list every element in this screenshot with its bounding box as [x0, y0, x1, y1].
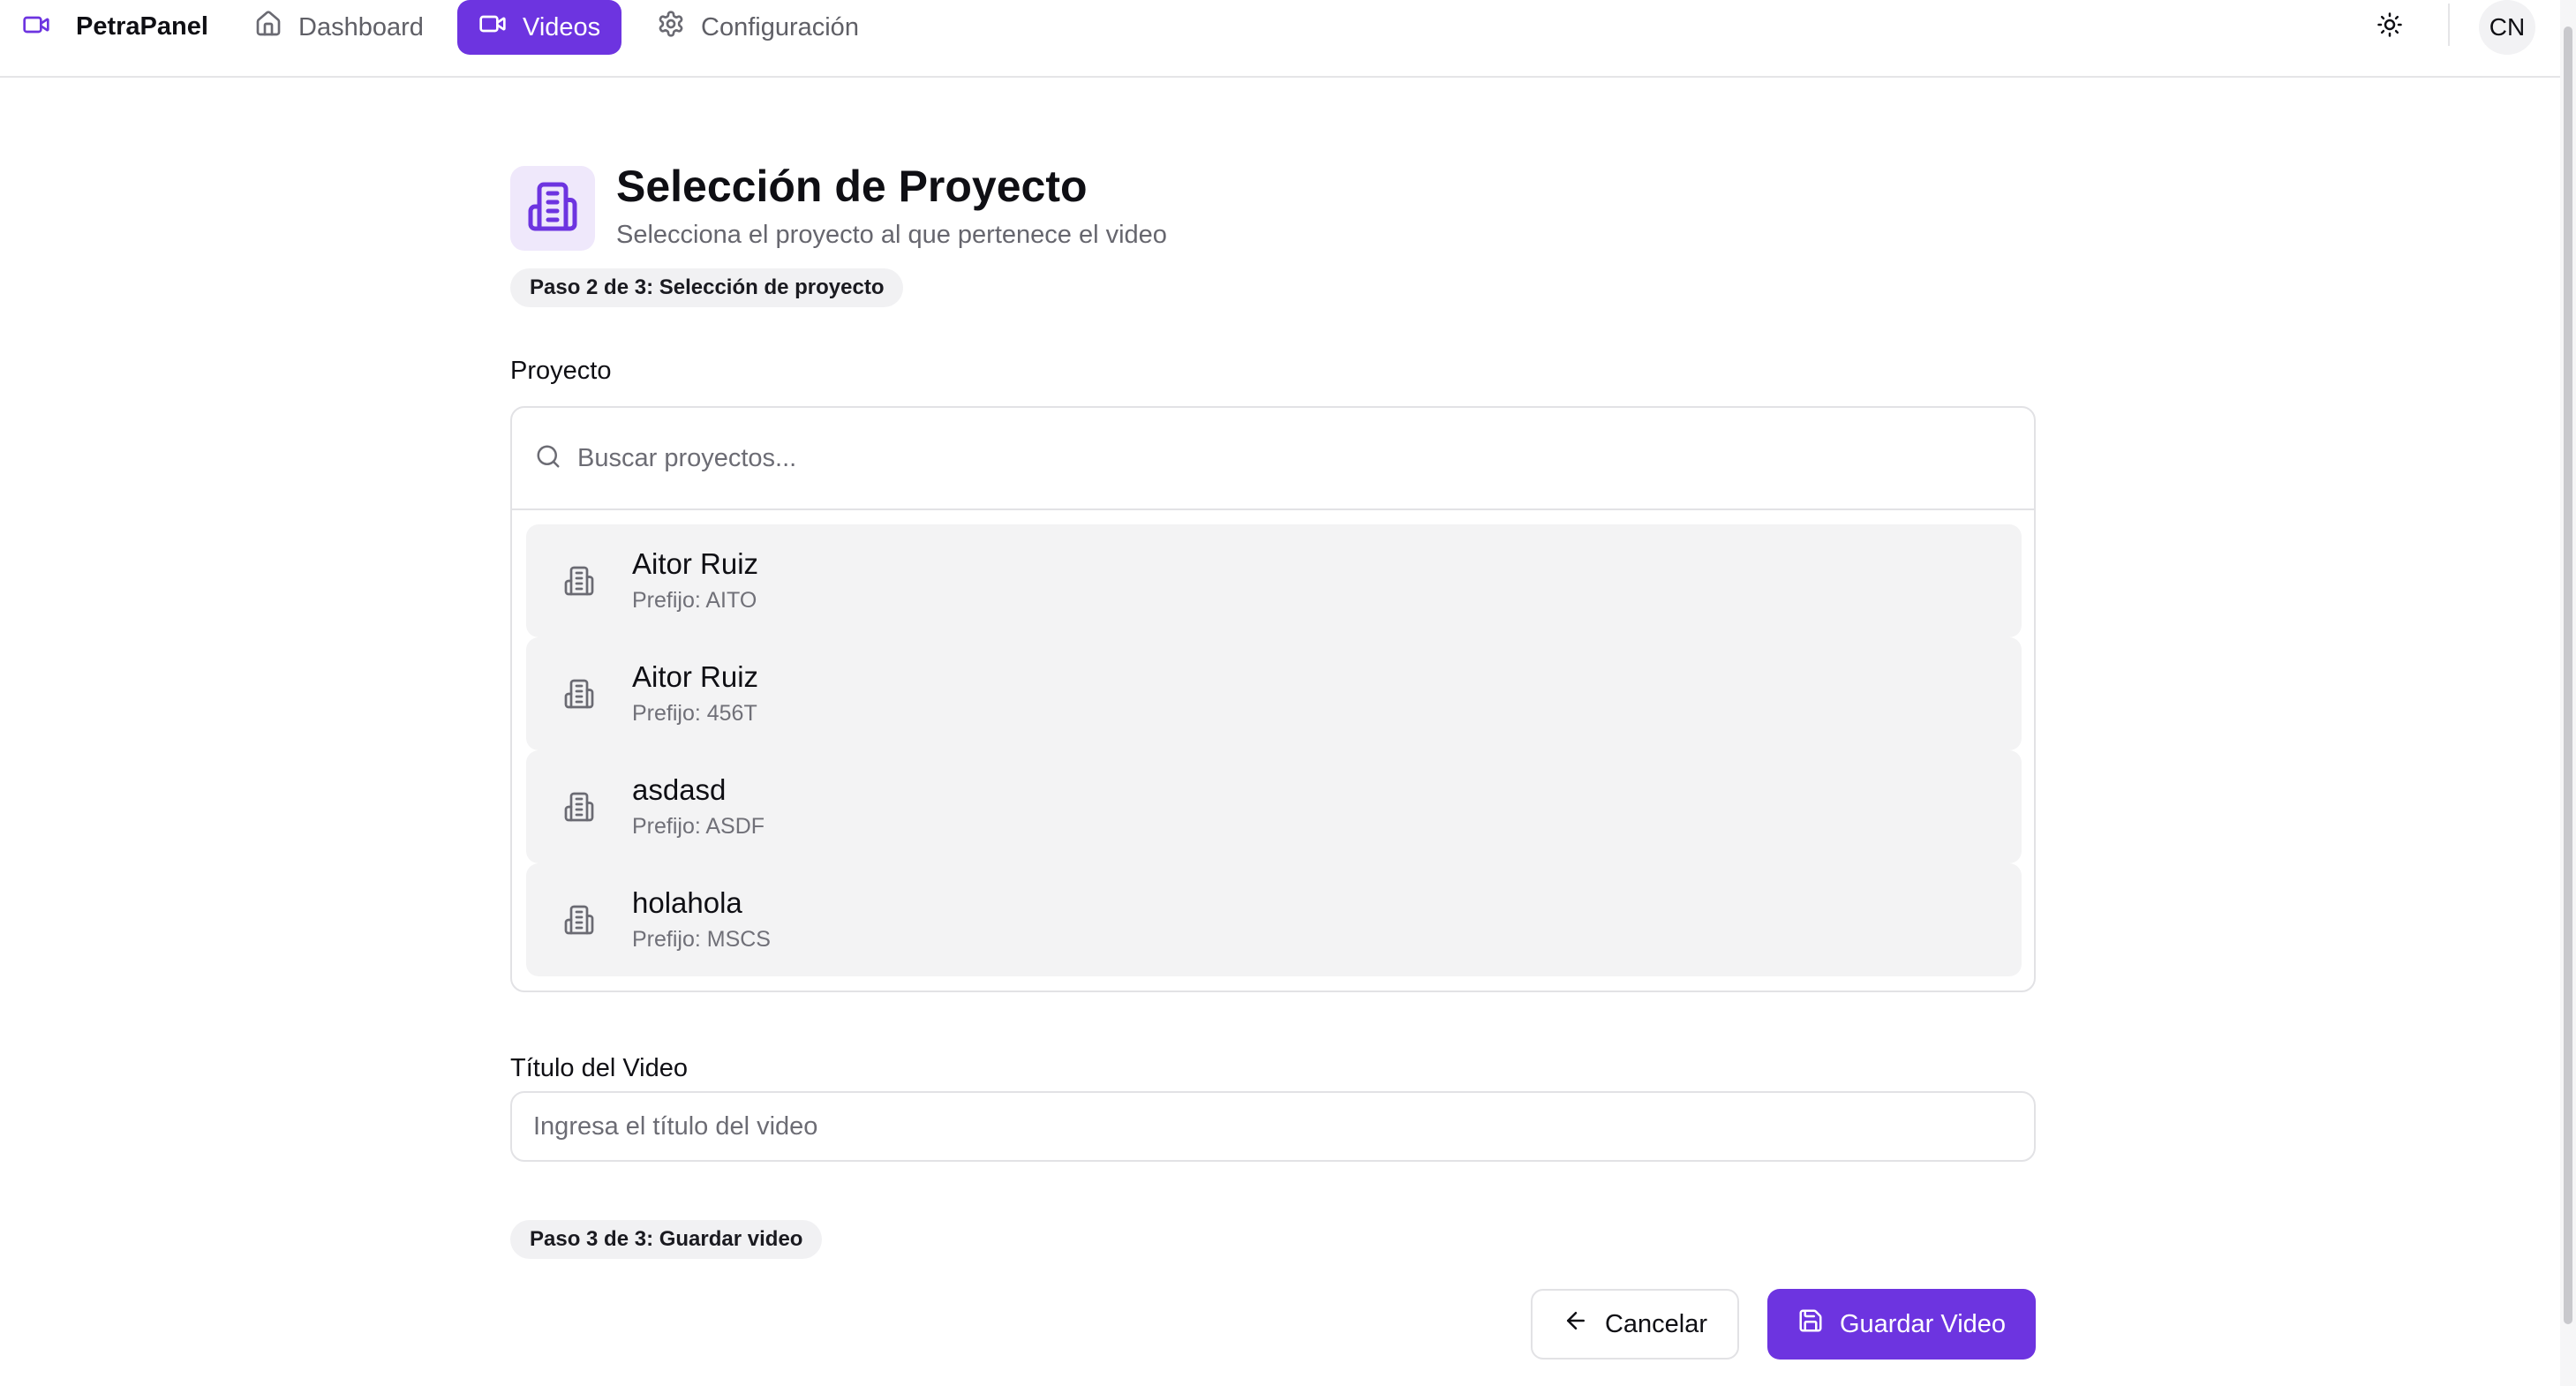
project-item[interactable]: Aitor Ruiz Prefijo: 456T	[526, 637, 2022, 750]
save-icon	[1797, 1307, 1824, 1341]
project-combobox: Aitor Ruiz Prefijo: AITO Aitor Ruiz Pref…	[510, 406, 2036, 992]
save-video-button[interactable]: Guardar Video	[1767, 1289, 2036, 1360]
building-icon	[563, 565, 595, 597]
project-name: asdasd	[632, 773, 727, 806]
gear-icon	[657, 10, 685, 45]
cancel-button-label: Cancelar	[1604, 1309, 1708, 1338]
video-icon	[478, 10, 507, 45]
step-badge: Paso 2 de 3: Selección de proyecto	[510, 268, 904, 307]
nav-label-videos: Videos	[523, 12, 601, 41]
video-icon	[18, 11, 55, 43]
top-navbar: PetraPanel Dashboard Videos Configuració…	[0, 0, 2576, 78]
project-search-input[interactable]	[577, 443, 1902, 473]
divider	[2448, 4, 2450, 46]
search-icon	[535, 443, 561, 474]
project-prefix: Prefijo: MSCS	[632, 927, 771, 952]
home-icon	[254, 10, 282, 45]
theme-toggle-button[interactable]	[2368, 4, 2412, 49]
avatar[interactable]: CN	[2479, 0, 2535, 55]
project-item[interactable]: asdasd Prefijo: ASDF	[526, 750, 2022, 863]
project-field-label: Proyecto	[510, 357, 612, 385]
building-icon	[526, 180, 579, 237]
save-button-label: Guardar Video	[1839, 1309, 2007, 1338]
brand[interactable]: PetraPanel	[18, 7, 208, 46]
nav-label-configuracion: Configuración	[701, 12, 859, 41]
project-name: holahola	[632, 886, 742, 919]
project-prefix: Prefijo: 456T	[632, 701, 757, 726]
project-prefix: Prefijo: AITO	[632, 588, 757, 613]
video-title-label: Título del Video	[510, 1054, 688, 1082]
building-icon	[563, 678, 595, 710]
scrollbar-thumb[interactable]	[2564, 26, 2572, 1324]
project-item[interactable]: holahola Prefijo: MSCS	[526, 863, 2022, 976]
arrow-left-icon	[1563, 1307, 1589, 1341]
building-icon	[563, 904, 595, 936]
nav-label-dashboard: Dashboard	[298, 12, 424, 41]
project-item[interactable]: Aitor Ruiz Prefijo: AITO	[526, 524, 2022, 637]
header-icon-box	[510, 166, 595, 251]
project-name: Aitor Ruiz	[632, 547, 759, 580]
project-list: Aitor Ruiz Prefijo: AITO Aitor Ruiz Pref…	[526, 524, 2022, 976]
project-search-bar	[512, 408, 2034, 510]
brand-name: PetraPanel	[76, 11, 208, 41]
building-icon	[563, 791, 595, 823]
step-badge: Paso 3 de 3: Guardar video	[510, 1220, 823, 1259]
nav-item-dashboard[interactable]: Dashboard	[233, 0, 445, 55]
project-name: Aitor Ruiz	[632, 660, 759, 693]
video-title-input[interactable]	[510, 1091, 2036, 1162]
nav-item-videos[interactable]: Videos	[457, 0, 622, 55]
project-prefix: Prefijo: ASDF	[632, 814, 765, 839]
page-subtitle: Selecciona el proyecto al que pertenece …	[616, 221, 1167, 249]
page-title: Selección de Proyecto	[616, 162, 1088, 211]
sun-icon	[2376, 11, 2403, 42]
nav-item-configuracion[interactable]: Configuración	[636, 0, 880, 55]
cancel-button[interactable]: Cancelar	[1531, 1289, 1739, 1360]
